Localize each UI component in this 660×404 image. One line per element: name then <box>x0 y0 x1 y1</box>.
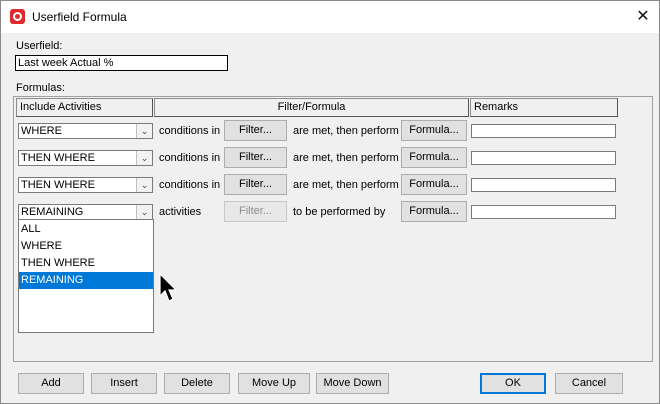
move-up-button[interactable]: Move Up <box>238 373 310 394</box>
cancel-button[interactable]: Cancel <box>555 373 623 394</box>
ok-button[interactable]: OK <box>480 373 546 394</box>
row-text-perform: are met, then perform <box>293 152 399 164</box>
formulas-label: Formulas: <box>16 82 65 94</box>
dropdown-option-then-where[interactable]: THEN WHERE <box>19 255 153 272</box>
formula-button[interactable]: Formula... <box>401 174 467 195</box>
add-button[interactable]: Add <box>18 373 84 394</box>
mouse-pointer-icon <box>159 273 178 302</box>
filter-button[interactable]: Filter... <box>224 147 287 168</box>
title-bar: Userfield Formula ✕ <box>1 1 659 33</box>
column-header-remarks[interactable]: Remarks <box>470 98 618 117</box>
column-header-include-activities[interactable]: Include Activities <box>16 98 153 117</box>
filter-button-disabled: Filter... <box>224 201 287 222</box>
row-text-performed-by: to be performed by <box>293 206 386 218</box>
include-selector[interactable]: THEN WHERE ⌄ <box>18 177 153 193</box>
remarks-input[interactable] <box>471 124 616 138</box>
include-selector[interactable]: REMAINING ⌄ <box>18 204 153 220</box>
remarks-input[interactable] <box>471 151 616 165</box>
chevron-down-icon[interactable]: ⌄ <box>136 205 152 219</box>
delete-button[interactable]: Delete <box>164 373 230 394</box>
insert-button[interactable]: Insert <box>91 373 157 394</box>
dropdown-option-all[interactable]: ALL <box>19 221 153 238</box>
move-down-button[interactable]: Move Down <box>316 373 389 394</box>
include-selector[interactable]: THEN WHERE ⌄ <box>18 150 153 166</box>
selector-value: REMAINING <box>21 206 84 218</box>
chevron-down-icon[interactable]: ⌄ <box>136 124 152 138</box>
filter-button[interactable]: Filter... <box>224 174 287 195</box>
formula-button[interactable]: Formula... <box>401 147 467 168</box>
include-selector[interactable]: WHERE ⌄ <box>18 123 153 139</box>
app-logo-icon <box>10 9 25 24</box>
selector-value: THEN WHERE <box>21 179 95 191</box>
window-title: Userfield Formula <box>32 10 127 24</box>
include-dropdown-list: ALL WHERE THEN WHERE REMAINING <box>18 219 154 333</box>
remarks-input[interactable] <box>471 205 616 219</box>
row-text-perform: are met, then perform <box>293 125 399 137</box>
formula-button[interactable]: Formula... <box>401 120 467 141</box>
column-header-filter-formula[interactable]: Filter/Formula <box>154 98 469 117</box>
userfield-label: Userfield: <box>16 40 63 52</box>
row-text-conditions: conditions in <box>159 179 221 191</box>
chevron-down-icon[interactable]: ⌄ <box>136 151 152 165</box>
selector-value: THEN WHERE <box>21 152 95 164</box>
formula-button[interactable]: Formula... <box>401 201 467 222</box>
dropdown-option-remaining[interactable]: REMAINING <box>19 272 153 289</box>
chevron-down-icon[interactable]: ⌄ <box>136 178 152 192</box>
row-text-perform: are met, then perform <box>293 179 399 191</box>
dropdown-option-where[interactable]: WHERE <box>19 238 153 255</box>
userfield-input[interactable]: Last week Actual % <box>15 55 228 71</box>
filter-button[interactable]: Filter... <box>224 120 287 141</box>
row-text-activities: activities <box>159 206 202 218</box>
selector-value: WHERE <box>21 125 62 137</box>
row-text-conditions: conditions in <box>159 152 221 164</box>
row-text-conditions: conditions in <box>159 125 221 137</box>
remarks-input[interactable] <box>471 178 616 192</box>
close-icon[interactable]: ✕ <box>632 6 654 28</box>
